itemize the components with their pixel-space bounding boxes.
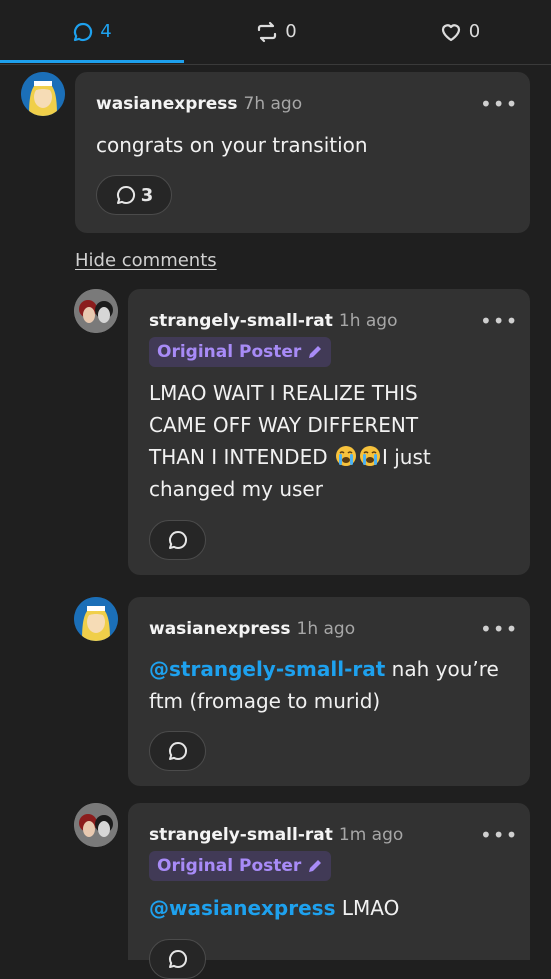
heart-icon <box>439 21 463 43</box>
username[interactable]: wasianexpress <box>149 619 291 639</box>
more-options-icon[interactable]: ••• <box>480 825 518 845</box>
original-poster-badge: Original Poster <box>149 337 332 367</box>
tab-replies-count: 4 <box>100 21 112 42</box>
pencil-icon <box>307 858 323 874</box>
active-tab-indicator <box>0 60 184 63</box>
tab-likes-count: 0 <box>468 21 481 42</box>
text-line: @strangely-small-rat nah you’re <box>149 653 519 685</box>
more-options-icon[interactable]: ••• <box>480 619 518 639</box>
text-line: ftm (fromage to murid) <box>149 689 381 713</box>
username[interactable]: wasianexpress <box>96 94 238 114</box>
text-line: I just <box>381 445 431 469</box>
text-segment: LMAO <box>335 896 400 920</box>
tab-replies[interactable]: 4 <box>0 0 184 63</box>
timestamp: 1h ago <box>338 311 398 331</box>
comment-text: @wasianexpress LMAO <box>149 892 519 924</box>
text-line: CAME OFF WAY DIFFERENT <box>149 413 419 437</box>
pencil-icon <box>307 344 323 360</box>
text-line-with-emoji: THAN I INTENDED I just <box>149 441 519 473</box>
comment-meta: strangely-small-rat 1h ago <box>149 311 397 331</box>
comment-card: wasianexpress 1h ago ••• @strangely-small… <box>128 597 530 786</box>
reply-button[interactable] <box>149 520 206 560</box>
more-options-icon[interactable]: ••• <box>480 94 518 114</box>
comment-text: LMAO WAIT I REALIZE THIS CAME OFF WAY DI… <box>149 377 519 505</box>
comment-icon <box>167 529 189 551</box>
tab-reblogs-count: 0 <box>285 21 297 42</box>
tab-reblogs[interactable]: 0 <box>184 0 368 63</box>
avatar[interactable] <box>74 597 118 641</box>
reaction-tabs: 4 0 0 <box>0 0 551 65</box>
username[interactable]: strangely-small-rat <box>149 311 333 331</box>
comment-text: congrats on your transition <box>96 133 368 157</box>
text-line: LMAO WAIT I REALIZE THIS <box>149 381 418 405</box>
original-poster-badge: Original Poster <box>149 851 332 881</box>
reply-count: 3 <box>140 184 154 206</box>
badge-label: Original Poster <box>157 856 302 876</box>
text-line: changed my user <box>149 477 323 501</box>
more-options-icon[interactable]: ••• <box>480 311 518 331</box>
comment-text: @strangely-small-rat nah you’re ftm (fro… <box>149 653 519 717</box>
badge-label: Original Poster <box>157 342 302 362</box>
comment-card: strangely-small-rat 1h ago ••• Original P… <box>128 289 530 575</box>
loudly-crying-face-icon <box>335 444 357 466</box>
comment-icon <box>72 21 94 43</box>
comment-icon <box>167 740 189 762</box>
avatar[interactable] <box>21 72 65 116</box>
comment-card: wasianexpress 7h ago ••• congrats on your… <box>75 72 530 233</box>
loudly-crying-face-icon <box>359 444 381 466</box>
avatar[interactable] <box>74 289 118 333</box>
comment-card: strangely-small-rat 1m ago ••• Original P… <box>128 803 530 979</box>
text-line: THAN I INTENDED <box>149 445 328 469</box>
reblog-icon <box>255 21 279 43</box>
timestamp: 7h ago <box>243 94 303 114</box>
text-segment: nah you’re <box>385 657 499 681</box>
reply-button[interactable] <box>149 731 206 771</box>
timestamp: 1m ago <box>338 825 404 845</box>
comment-icon <box>167 948 189 970</box>
tab-likes[interactable]: 0 <box>368 0 551 63</box>
comment-meta: strangely-small-rat 1m ago <box>149 825 403 845</box>
timestamp: 1h ago <box>296 619 356 639</box>
username[interactable]: strangely-small-rat <box>149 825 333 845</box>
replies-button[interactable]: 3 <box>96 175 172 215</box>
hide-comments-link[interactable]: Hide comments <box>75 250 217 271</box>
avatar[interactable] <box>74 803 118 847</box>
comment-meta: wasianexpress 7h ago <box>96 94 302 114</box>
reply-button[interactable] <box>149 939 206 979</box>
comment-meta: wasianexpress 1h ago <box>149 619 355 639</box>
comment-icon <box>115 184 137 206</box>
mention-link[interactable]: @strangely-small-rat <box>149 657 385 681</box>
mention-link[interactable]: @wasianexpress <box>149 896 335 920</box>
